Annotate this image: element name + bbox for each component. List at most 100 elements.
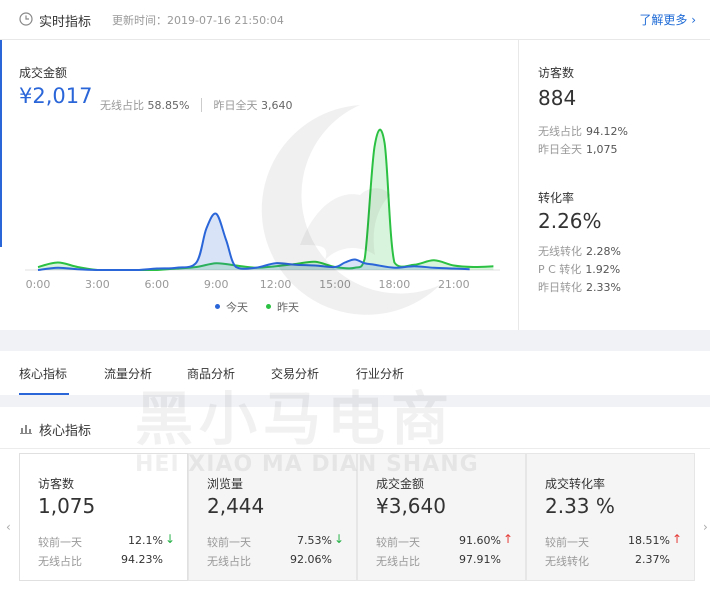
ratio-label: 无线转化 [545, 555, 589, 568]
gmv-wireless-label: 无线占比 [100, 99, 144, 112]
x-tick-label: 21:00 [438, 278, 470, 291]
visitors-label: 访客数 [538, 66, 575, 80]
tab-traffic-analysis[interactable]: 流量分析 [104, 365, 152, 382]
divider [200, 98, 202, 112]
compare-label: 较前一天 [376, 536, 420, 549]
row-label: 昨日转化 [538, 281, 582, 294]
card-value: ¥3,640 [376, 494, 446, 518]
card-label: 成交转化率 [545, 477, 606, 491]
card-ratio-row: 无线占比 92.06% [207, 553, 344, 569]
row-value: 2.28% [586, 245, 621, 258]
conversion-value: 2.26% [538, 209, 602, 233]
card-ratio-row: 无线转化 2.37% [545, 553, 682, 569]
core-metrics-title: 核心指标 [39, 424, 92, 439]
card-label: 成交金额 [376, 477, 425, 491]
card-ratio-row: 无线占比 97.91% [376, 553, 513, 569]
gmv-value: ¥2,017 [19, 84, 93, 108]
legend-today-label: 今天 [226, 301, 248, 314]
learn-more-link[interactable]: 了解更多 › [639, 11, 696, 28]
tab-core-metrics[interactable]: 核心指标 [19, 365, 67, 382]
clock-icon [19, 12, 33, 26]
compare-value: 7.53% [297, 534, 332, 547]
legend-today-dot [215, 304, 220, 309]
metric-card-pageviews[interactable]: 浏览量 2,444 较前一天 7.53% ↓ 无线占比 92.06% [188, 453, 357, 581]
series-line-1 [37, 128, 494, 271]
x-tick-label: 0:00 [26, 278, 51, 291]
row-label: 昨日全天 [538, 143, 582, 156]
card-compare-row: 较前一天 91.60% ↑ [376, 532, 513, 550]
visitors-row: 昨日全天 1,075 [538, 141, 618, 157]
gmv-label: 成交金额 [19, 66, 68, 80]
compare-label: 较前一天 [545, 536, 589, 549]
x-tick-label: 3:00 [85, 278, 110, 291]
compare-value: 18.51% [628, 534, 670, 547]
card-value: 2,444 [207, 494, 265, 518]
row-value: 1.92% [585, 263, 621, 276]
ratio-value: 92.06% [290, 553, 332, 566]
bar-chart-icon [20, 425, 32, 434]
x-tick-label: 15:00 [319, 278, 351, 291]
card-value: 1,075 [38, 494, 96, 518]
ratio-label: 无线占比 [38, 555, 82, 568]
compare-value: 12.1% [128, 534, 163, 547]
row-label: P C 转化 [538, 263, 582, 276]
trend-up-icon: ↑ [671, 532, 682, 546]
realtime-panel: 实时指标 更新时间：2019-07-16 21:50:04 了解更多 › 成交金… [0, 0, 710, 330]
card-compare-row: 较前一天 7.53% ↓ [207, 532, 344, 550]
update-time: 更新时间：2019-07-16 21:50:04 [112, 14, 284, 27]
card-value: 2.33 % [545, 494, 615, 518]
metric-card-conversion[interactable]: 成交转化率 2.33 % 较前一天 18.51% ↑ 无线转化 2.37% [526, 453, 695, 581]
ratio-label: 无线占比 [376, 555, 420, 568]
x-tick-label: 12:00 [260, 278, 292, 291]
legend-today[interactable]: 今天 [215, 299, 248, 315]
gmv-wireless-value: 58.85% [147, 99, 190, 112]
ratio-value: 2.37% [635, 553, 670, 566]
card-compare-row: 较前一天 12.1% ↓ [38, 532, 175, 550]
compare-value: 91.60% [459, 534, 501, 547]
visitors-value: 884 [538, 86, 577, 110]
series-area-0 [38, 213, 470, 270]
ratio-value: 94.23% [121, 553, 163, 566]
legend-yesterday[interactable]: 昨天 [266, 299, 299, 315]
active-tab-underline [19, 393, 69, 395]
series-line-0 [37, 212, 470, 271]
analysis-tabs: 核心指标 流量分析 商品分析 交易分析 行业分析 [0, 351, 710, 395]
right-stats-column: 访客数 884 无线占比 94.12% 昨日全天 1,075 转化率 2.26% 无… [518, 40, 710, 330]
row-label: 无线占比 [538, 125, 582, 138]
ratio-label: 无线占比 [207, 555, 251, 568]
series-area-1 [38, 129, 494, 270]
conversion-row: 无线转化 2.28% [538, 243, 621, 259]
compare-label: 较前一天 [38, 536, 82, 549]
legend-yesterday-label: 昨天 [277, 301, 299, 314]
tab-trade-analysis[interactable]: 交易分析 [271, 365, 319, 382]
metric-card-visitors[interactable]: 访客数 1,075 较前一天 12.1% ↓ 无线占比 94.23% [19, 453, 188, 581]
gmv-yesterday-label: 昨日全天 [213, 99, 258, 112]
ratio-value: 97.91% [459, 553, 501, 566]
row-label: 无线转化 [538, 245, 582, 258]
card-label: 访客数 [38, 477, 75, 491]
gmv-sub-stats: 无线占比 58.85% 昨日全天 3,640 [100, 97, 292, 113]
metric-card-gmv[interactable]: 成交金额 ¥3,640 较前一天 91.60% ↑ 无线占比 97.91% [357, 453, 526, 581]
core-metrics-header: 核心指标 [0, 407, 710, 449]
gmv-yesterday-value: 3,640 [260, 99, 293, 112]
realtime-header: 实时指标 更新时间：2019-07-16 21:50:04 了解更多 › [0, 0, 710, 40]
x-tick-label: 6:00 [144, 278, 169, 291]
card-compare-row: 较前一天 18.51% ↑ [545, 532, 682, 550]
trend-down-icon: ↓ [333, 532, 344, 546]
x-tick-label: 9:00 [204, 278, 229, 291]
trend-down-icon: ↓ [164, 532, 175, 546]
scroll-right-icon[interactable]: › [703, 520, 708, 534]
row-value: 2.33% [586, 281, 621, 294]
row-value: 1,075 [586, 143, 618, 156]
legend-yesterday-dot [266, 304, 271, 309]
trend-up-icon: ↑ [502, 532, 513, 546]
conversion-label: 转化率 [538, 191, 575, 205]
scroll-left-icon[interactable]: ‹ [6, 520, 11, 534]
tab-industry-analysis[interactable]: 行业分析 [356, 365, 404, 382]
row-value: 94.12% [586, 125, 628, 138]
x-tick-label: 18:00 [379, 278, 411, 291]
card-label: 浏览量 [207, 477, 244, 491]
conversion-row: P C 转化 1.92% [538, 261, 620, 277]
conversion-row: 昨日转化 2.33% [538, 279, 621, 295]
tab-product-analysis[interactable]: 商品分析 [187, 365, 235, 382]
